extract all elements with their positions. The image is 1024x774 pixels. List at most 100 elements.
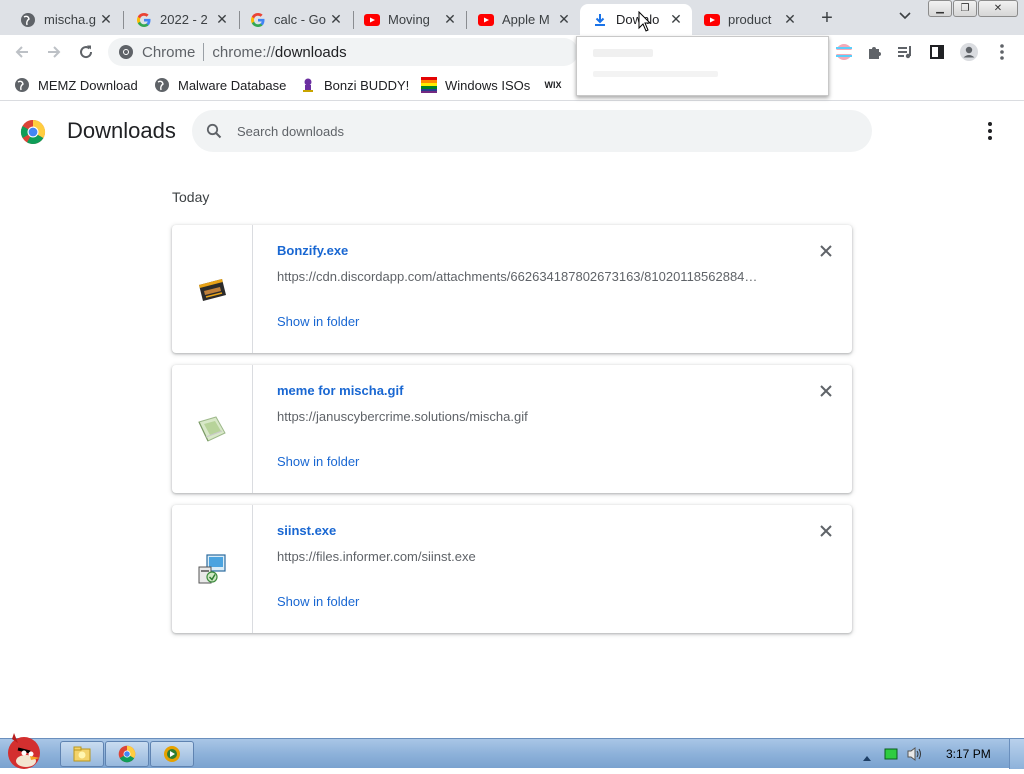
hover-card-popup <box>576 36 829 96</box>
tab-strip: mischa.g ✕ 2022 - 2 ✕ calc - Go ✕ Moving… <box>0 0 1024 35</box>
media-control-button[interactable] <box>893 40 917 64</box>
file-name-link[interactable]: siinst.exe <box>277 523 336 538</box>
google-icon <box>136 12 152 28</box>
download-icon <box>592 12 608 28</box>
file-name-link[interactable]: Bonzify.exe <box>277 243 348 258</box>
tab-product[interactable]: product ✕ <box>692 4 806 35</box>
page-title: Downloads <box>67 118 176 143</box>
battery-icon[interactable] <box>884 747 898 761</box>
puzzle-icon <box>869 47 881 59</box>
chrome-icon <box>118 745 136 763</box>
close-icon[interactable]: ✕ <box>556 11 572 28</box>
tab-calc[interactable]: calc - Go ✕ <box>238 4 352 35</box>
search-box[interactable] <box>192 110 872 152</box>
youtube-icon <box>364 12 380 28</box>
file-icon-column <box>172 505 253 633</box>
media-player-icon <box>164 746 180 762</box>
download-item: meme for mischa.gif https://januscybercr… <box>172 365 852 493</box>
bookmark-memz[interactable]: MEMZ Download <box>14 75 138 95</box>
tab-title: Apple M <box>502 12 550 27</box>
bookmark-windows-isos[interactable]: Windows ISOs <box>421 75 530 95</box>
installer-icon <box>198 554 226 584</box>
back-button[interactable] <box>10 40 34 64</box>
tab-moving[interactable]: Moving ✕ <box>352 4 466 35</box>
tab-apple[interactable]: Apple M ✕ <box>466 4 580 35</box>
more-vert-icon <box>988 122 992 126</box>
bookmark-wix[interactable]: WIX <box>543 75 571 95</box>
close-window-button[interactable]: ✕ <box>978 0 1018 17</box>
minimize-button[interactable]: ▁ <box>928 0 952 17</box>
arrow-right-icon <box>48 46 61 58</box>
angry-bird-icon <box>8 733 40 769</box>
profile-button[interactable] <box>957 40 981 64</box>
mouse-cursor <box>638 10 652 33</box>
taskbar-media-player[interactable] <box>150 741 194 767</box>
download-item: siinst.exe https://files.informer.com/si… <box>172 505 852 633</box>
wix-icon: WIX <box>544 80 562 90</box>
close-icon[interactable]: ✕ <box>782 11 798 28</box>
close-icon[interactable]: ✕ <box>328 11 344 28</box>
chrome-menu-button[interactable] <box>990 40 1014 64</box>
taskbar: 3:17 PM <box>0 733 1024 769</box>
show-in-folder-link[interactable]: Show in folder <box>277 594 359 609</box>
close-icon[interactable]: ✕ <box>442 11 458 28</box>
source-url[interactable]: https://cdn.discordapp.com/attachments/6… <box>277 269 777 284</box>
start-button[interactable] <box>0 729 50 769</box>
address-bar[interactable]: Chrome chrome://downloads <box>108 38 578 66</box>
system-clock[interactable]: 3:17 PM <box>946 747 991 761</box>
search-input[interactable] <box>237 123 837 139</box>
taskbar-explorer[interactable] <box>60 741 104 767</box>
tab-title: product <box>728 12 772 27</box>
close-icon[interactable]: ✕ <box>98 11 114 28</box>
close-icon <box>820 385 832 397</box>
bookmark-bonzi[interactable]: Bonzi BUDDY! <box>300 75 409 95</box>
show-in-folder-link[interactable]: Show in folder <box>277 314 359 329</box>
url-text: chrome://downloads <box>212 43 347 61</box>
side-panel-icon <box>930 45 944 59</box>
reload-button[interactable] <box>74 40 98 64</box>
globe-icon <box>20 12 36 28</box>
chrome-logo-icon <box>20 119 46 145</box>
close-icon[interactable]: ✕ <box>668 11 684 28</box>
file-name-link[interactable]: meme for mischa.gif <box>277 383 403 398</box>
file-icon-column <box>172 225 253 353</box>
bookmark-label: Windows ISOs <box>445 77 531 93</box>
new-tab-button[interactable]: + <box>816 8 838 28</box>
remove-item-button[interactable] <box>816 241 836 261</box>
close-icon[interactable]: ✕ <box>214 11 230 28</box>
side-panel-button[interactable] <box>925 40 949 64</box>
show-hidden-icons-icon[interactable] <box>862 749 872 761</box>
bookmark-malware-db[interactable]: Malware Database <box>154 75 286 95</box>
tab-search-icon[interactable] <box>896 9 914 27</box>
remove-item-button[interactable] <box>816 381 836 401</box>
close-icon <box>820 525 832 537</box>
tab-2022[interactable]: 2022 - 2 ✕ <box>124 4 238 35</box>
close-icon <box>820 245 832 257</box>
tab-mischa[interactable]: mischa.g ✕ <box>8 4 122 35</box>
tab-title: calc - Go <box>274 12 327 27</box>
volume-icon[interactable] <box>906 746 924 762</box>
tab-title: mischa.g <box>44 12 97 27</box>
search-icon <box>204 121 224 141</box>
remove-item-button[interactable] <box>816 521 836 541</box>
source-url[interactable]: https://januscybercrime.solutions/mischa… <box>277 409 777 424</box>
folder-icon <box>73 746 91 762</box>
taskbar-chrome[interactable] <box>105 741 149 767</box>
tab-downloads[interactable]: Downlo ✕ <box>580 4 692 35</box>
reload-icon <box>80 45 93 59</box>
extensions-button[interactable] <box>862 40 886 64</box>
globe-icon <box>154 77 170 93</box>
profile-flag-icon[interactable] <box>832 40 856 64</box>
source-url[interactable]: https://files.informer.com/siinst.exe <box>277 549 777 564</box>
show-in-folder-link[interactable]: Show in folder <box>277 454 359 469</box>
download-item: Bonzify.exe https://cdn.discordapp.com/a… <box>172 225 852 353</box>
show-desktop-button[interactable] <box>1009 739 1024 769</box>
popup-line <box>593 71 718 77</box>
bookmark-label: Malware Database <box>178 77 287 93</box>
downloads-header: Downloads <box>0 101 1024 161</box>
more-options-button[interactable] <box>980 121 1000 141</box>
arrow-left-icon <box>15 46 28 58</box>
forward-button[interactable] <box>42 40 66 64</box>
chrome-icon <box>118 44 134 60</box>
restore-button[interactable]: ❐ <box>953 0 977 17</box>
